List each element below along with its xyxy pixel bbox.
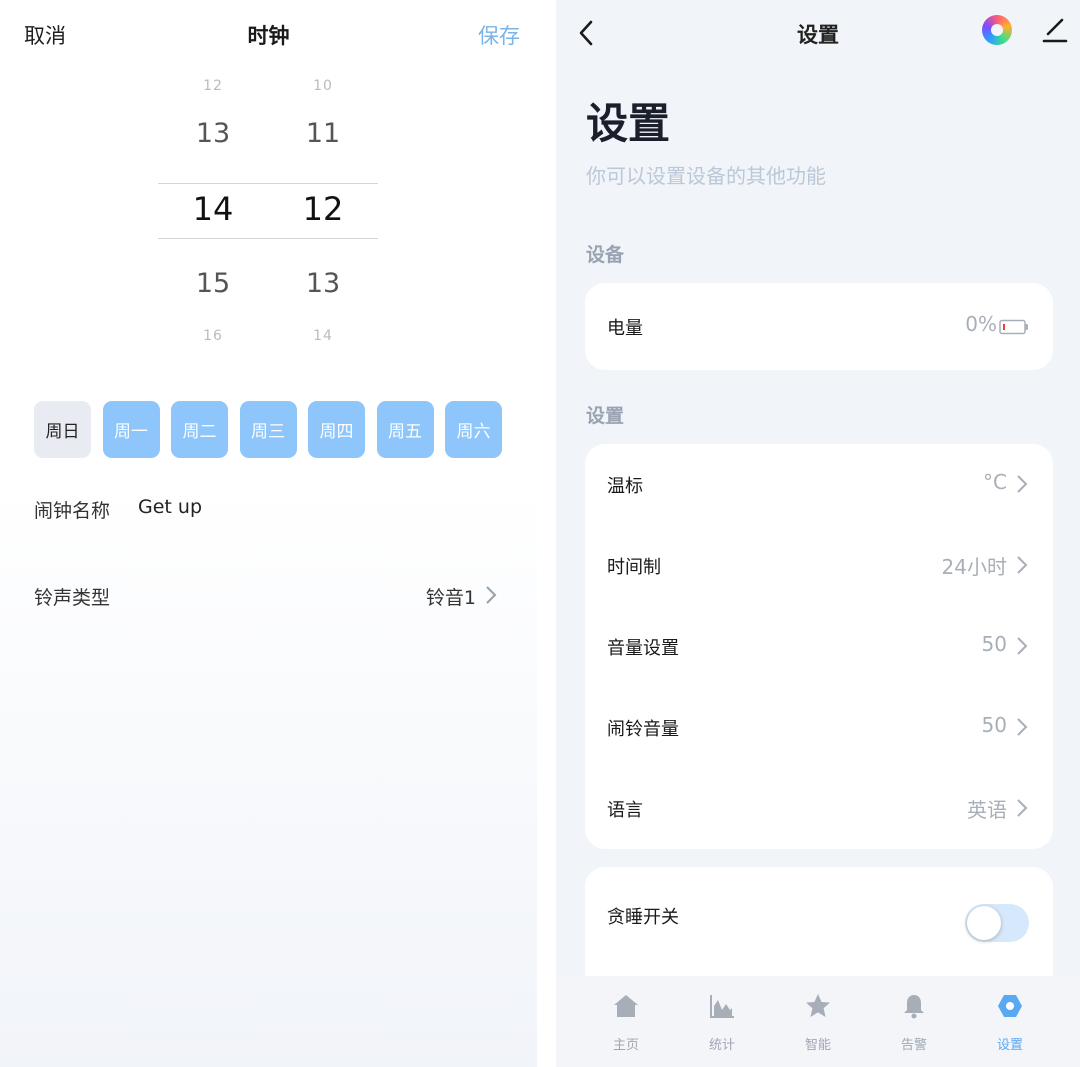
tab-settings[interactable]: 设置 [962,976,1058,1067]
battery-row: 电量 0% [585,286,1053,367]
setting-label: 时间制 [607,557,661,578]
hour-option[interactable]: 16 [158,328,268,344]
setting-value: 英语 [967,798,1007,822]
tab-stats[interactable]: 统计 [674,976,770,1067]
alarm-name-input[interactable]: Get up [138,496,202,518]
tab-label: 统计 [708,1038,735,1053]
ringtone-value: 铃音1 [425,587,476,609]
chevron-right-icon [1017,718,1028,736]
app-root: 取消 时钟 保存 12 13 14 15 16 10 11 12 13 14 周… [0,0,1080,1067]
setting-value: °C [983,470,1007,494]
chevron-right-icon [1017,637,1028,655]
edit-pencil-icon[interactable] [1042,16,1068,44]
minute-option[interactable]: 11 [268,118,378,149]
clock-header: 取消 时钟 保存 [0,0,537,70]
day-saturday[interactable]: 周六 [445,401,502,458]
battery-icon [999,319,1028,335]
chevron-right-icon [1017,799,1028,817]
alarm-name-label: 闹钟名称 [34,500,111,522]
bell-icon [904,995,924,1019]
volume-row[interactable]: 音量设置 50 [585,606,1053,687]
setting-value: 50 [981,713,1007,737]
setting-label: 音量设置 [607,638,679,659]
setting-value: 50 [981,632,1007,656]
tab-label: 告警 [900,1038,927,1053]
toggle-knob [967,906,1001,940]
day-sunday[interactable]: 周日 [34,401,91,458]
chevron-right-icon [1017,475,1028,493]
setting-label: 温标 [607,476,643,497]
day-monday[interactable]: 周一 [102,401,160,458]
battery-value: 0% [965,312,997,336]
hour-option[interactable]: 15 [158,268,268,299]
tab-label: 主页 [612,1038,639,1053]
snooze-row: 贪睡开关 [585,875,1053,956]
time-picker[interactable]: 12 13 14 15 16 10 11 12 13 14 [158,72,378,352]
settings-card: 温标 °C 时间制 24小时 音量设置 50 闹铃音量 50 语言 英语 [585,444,1053,849]
stats-icon [710,995,734,1018]
page-heading: 设置 [586,99,671,148]
hour-option[interactable]: 12 [158,78,268,94]
day-friday[interactable]: 周五 [376,401,434,458]
ringtone-row[interactable]: 铃声类型 铃音1 [34,578,500,612]
day-thursday[interactable]: 周四 [308,401,365,458]
section-settings-heading: 设置 [586,405,625,427]
assistant-logo-icon[interactable] [982,15,1012,45]
clock-editor-panel: 取消 时钟 保存 12 13 14 15 16 10 11 12 13 14 周… [0,0,537,1067]
device-card: 电量 0% [585,283,1053,370]
section-device-heading: 设备 [586,244,625,266]
hour-selected[interactable]: 14 [158,190,268,228]
tab-label: 智能 [804,1038,831,1053]
home-icon [614,995,638,1017]
minute-selected[interactable]: 12 [268,190,378,228]
page-title: 时钟 [247,24,290,48]
tab-home[interactable]: 主页 [578,976,674,1067]
save-button[interactable]: 保存 [478,20,520,50]
minute-option[interactable]: 13 [268,268,378,299]
battery-label: 电量 [607,318,643,339]
chevron-right-icon [486,586,497,604]
minute-option[interactable]: 14 [268,328,378,344]
tab-alerts[interactable]: 告警 [866,976,962,1067]
day-tuesday[interactable]: 周二 [171,401,228,458]
language-row[interactable]: 语言 英语 [585,768,1053,849]
settings-panel: 设置 设置 你可以设置设备的其他功能 设备 电量 0% 设置 温标 °C 时间制… [556,0,1080,1067]
day-wednesday[interactable]: 周三 [239,401,297,458]
tab-label: 设置 [996,1038,1023,1053]
time-format-row[interactable]: 时间制 24小时 [585,525,1053,606]
hour-option[interactable]: 13 [158,118,268,149]
alarm-name-row: 闹钟名称 Get up [34,494,504,524]
minute-option[interactable]: 10 [268,78,378,94]
star-icon [806,994,830,1017]
weekday-selector: 周日 周一 周二 周三 周四 周五 周六 [34,401,504,458]
bottom-tab-bar: 主页 统计 智能 告警 设置 [556,976,1080,1067]
tab-smart[interactable]: 智能 [770,976,866,1067]
snooze-label: 贪睡开关 [607,907,679,928]
ringtone-label: 铃声类型 [34,587,111,609]
setting-value: 24小时 [941,555,1007,579]
hour-column[interactable]: 12 13 14 15 16 [158,72,268,352]
chevron-right-icon [1017,556,1028,574]
snooze-toggle[interactable] [965,904,1029,942]
temperature-unit-row[interactable]: 温标 °C [585,444,1053,525]
minute-column[interactable]: 10 11 12 13 14 [268,72,378,352]
setting-label: 语言 [607,800,643,821]
page-subtitle: 你可以设置设备的其他功能 [586,164,826,188]
alarm-volume-row[interactable]: 闹铃音量 50 [585,687,1053,768]
settings-hex-icon [998,995,1022,1017]
setting-label: 闹铃音量 [607,719,679,740]
